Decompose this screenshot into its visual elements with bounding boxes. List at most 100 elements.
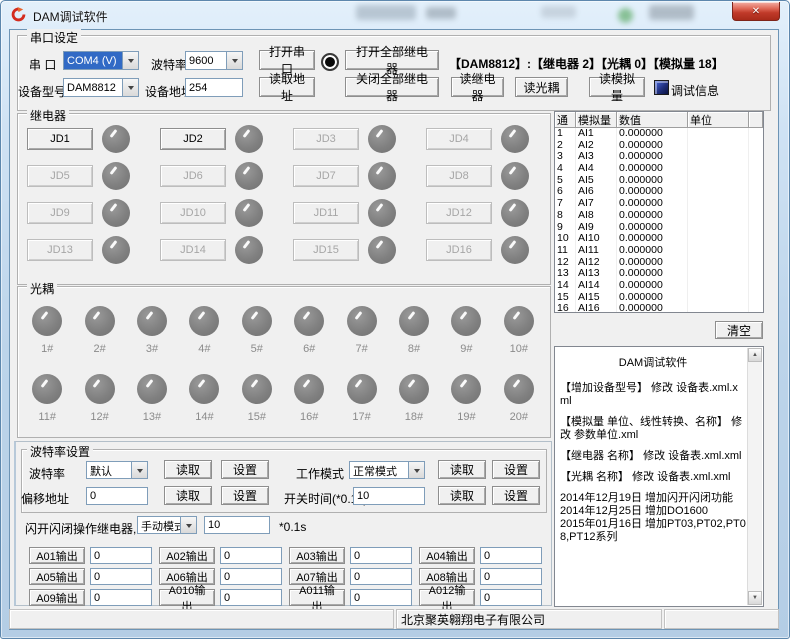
close-button[interactable]: ✕ bbox=[732, 2, 780, 21]
analog-table-row[interactable]: 9AI90.000000 bbox=[555, 222, 763, 234]
opto-cell: 8# bbox=[399, 298, 429, 366]
analog-table-row[interactable]: 5AI50.000000 bbox=[555, 175, 763, 187]
analog-table-row[interactable]: 13AI130.000000 bbox=[555, 268, 763, 280]
offset-set-button[interactable]: 设置 bbox=[221, 486, 269, 505]
chevron-down-icon[interactable] bbox=[122, 52, 138, 69]
ao-output-input[interactable]: 0 bbox=[90, 547, 152, 564]
chevron-down-icon[interactable] bbox=[408, 462, 424, 478]
analog-table-row[interactable]: 1AI10.000000 bbox=[555, 128, 763, 140]
relay-button-JD15[interactable]: JD15 bbox=[293, 239, 359, 261]
relay-button-JD5[interactable]: JD5 bbox=[27, 165, 93, 187]
ao-output-button-A05输出[interactable]: A05输出 bbox=[29, 568, 85, 585]
ao-output-input[interactable]: 0 bbox=[90, 589, 152, 606]
analog-table-row[interactable]: 16AI160.000000 bbox=[555, 303, 763, 313]
ao-output-button-A012输出[interactable]: A012输出 bbox=[419, 589, 475, 606]
analog-table-row[interactable]: 15AI150.000000 bbox=[555, 292, 763, 304]
read-opto-button[interactable]: 读光耦 bbox=[515, 77, 568, 97]
open-port-button[interactable]: 打开串口 bbox=[259, 50, 315, 70]
ao-output-input[interactable]: 0 bbox=[480, 589, 542, 606]
relay-button-JD10[interactable]: JD10 bbox=[160, 202, 226, 224]
relay-button-JD8[interactable]: JD8 bbox=[426, 165, 492, 187]
flash-time-input[interactable]: 10 bbox=[204, 516, 270, 534]
ao-output-button-A01输出[interactable]: A01输出 bbox=[29, 547, 85, 564]
switch-time-input[interactable]: 10 bbox=[353, 487, 425, 505]
switch-time-set-button[interactable]: 设置 bbox=[492, 486, 540, 505]
analog-col-header[interactable]: 模拟量 bbox=[576, 112, 617, 127]
flash-mode-combo[interactable]: 手动模式 bbox=[137, 516, 197, 534]
chevron-down-icon[interactable] bbox=[226, 52, 242, 69]
relay-button-JD7[interactable]: JD7 bbox=[293, 165, 359, 187]
ao-output-input[interactable]: 0 bbox=[350, 547, 412, 564]
ao-output-input[interactable]: 0 bbox=[350, 589, 412, 606]
relay-button-JD14[interactable]: JD14 bbox=[160, 239, 226, 261]
ao-output-input[interactable]: 0 bbox=[350, 568, 412, 585]
work-mode-set-button[interactable]: 设置 bbox=[492, 460, 540, 479]
analog-table-row[interactable]: 10AI100.000000 bbox=[555, 233, 763, 245]
analog-table-row[interactable]: 3AI30.000000 bbox=[555, 151, 763, 163]
analog-table-row[interactable]: 4AI40.000000 bbox=[555, 163, 763, 175]
analog-col-header[interactable]: 通 bbox=[555, 112, 576, 127]
analog-table-row[interactable]: 14AI140.000000 bbox=[555, 280, 763, 292]
open-all-relays-button[interactable]: 打开全部继电器 bbox=[345, 50, 439, 70]
close-all-relays-button[interactable]: 关闭全部继电器 bbox=[345, 77, 439, 97]
opto-cell: 1# bbox=[32, 298, 62, 366]
relay-button-JD3[interactable]: JD3 bbox=[293, 128, 359, 150]
analog-table-row[interactable]: 12AI120.000000 bbox=[555, 257, 763, 269]
analog-table-row[interactable]: 8AI80.000000 bbox=[555, 210, 763, 222]
work-mode-read-button[interactable]: 读取 bbox=[438, 460, 486, 479]
model-combo[interactable]: DAM8812 bbox=[63, 78, 139, 97]
ao-output-button-A09输出[interactable]: A09输出 bbox=[29, 589, 85, 606]
ao-output-button-A011输出[interactable]: A011输出 bbox=[289, 589, 345, 606]
baud-combo[interactable]: 9600 bbox=[185, 51, 243, 70]
port-combo[interactable]: COM4 (V) bbox=[63, 51, 139, 70]
opto-channel-label: 1# bbox=[41, 343, 53, 355]
scroll-down-icon[interactable]: ▼ bbox=[748, 591, 762, 605]
relay-button-JD16[interactable]: JD16 bbox=[426, 239, 492, 261]
ao-output-input[interactable]: 0 bbox=[220, 568, 282, 585]
ao-output-input[interactable]: 0 bbox=[480, 568, 542, 585]
opto-channel-label: 6# bbox=[303, 343, 315, 355]
ao-output-button-A010输出[interactable]: A010输出 bbox=[159, 589, 215, 606]
relay-button-JD1[interactable]: JD1 bbox=[27, 128, 93, 150]
address-input[interactable]: 254 bbox=[185, 78, 243, 97]
analog-col-header[interactable]: 数值 bbox=[617, 112, 688, 127]
relay-button-JD9[interactable]: JD9 bbox=[27, 202, 93, 224]
work-mode-combo[interactable]: 正常模式 bbox=[349, 461, 425, 479]
ao-output-input[interactable]: 0 bbox=[220, 589, 282, 606]
relay-button-JD12[interactable]: JD12 bbox=[426, 202, 492, 224]
ao-output-input[interactable]: 0 bbox=[220, 547, 282, 564]
ao-output-button-A03输出[interactable]: A03输出 bbox=[289, 547, 345, 564]
analog-table-row[interactable]: 11AI110.000000 bbox=[555, 245, 763, 257]
offset-read-button[interactable]: 读取 bbox=[164, 486, 212, 505]
analog-table-row[interactable]: 2AI20.000000 bbox=[555, 140, 763, 152]
relay-indicator-icon bbox=[501, 236, 529, 264]
scroll-up-icon[interactable]: ▲ bbox=[748, 348, 762, 362]
ao-output-button-A04输出[interactable]: A04输出 bbox=[419, 547, 475, 564]
baud-set-button[interactable]: 设置 bbox=[221, 460, 269, 479]
read-address-button[interactable]: 读取地址 bbox=[259, 77, 315, 97]
ao-output-input[interactable]: 0 bbox=[90, 568, 152, 585]
relay-button-JD2[interactable]: JD2 bbox=[160, 128, 226, 150]
relay-button-JD6[interactable]: JD6 bbox=[160, 165, 226, 187]
ao-output-button-A02输出[interactable]: A02输出 bbox=[159, 547, 215, 564]
analog-col-header[interactable] bbox=[749, 112, 763, 127]
read-relay-button[interactable]: 读继电器 bbox=[451, 77, 504, 97]
read-analog-button[interactable]: 读模拟量 bbox=[589, 77, 645, 97]
analog-table-row[interactable]: 7AI70.000000 bbox=[555, 198, 763, 210]
relay-button-JD13[interactable]: JD13 bbox=[27, 239, 93, 261]
offset-address-input[interactable]: 0 bbox=[86, 487, 148, 505]
chevron-down-icon[interactable] bbox=[122, 79, 138, 96]
debug-info-icon[interactable] bbox=[654, 80, 669, 95]
ao-output-input[interactable]: 0 bbox=[480, 547, 542, 564]
clear-button[interactable]: 清空 bbox=[715, 321, 763, 339]
baud-read-button[interactable]: 读取 bbox=[164, 460, 212, 479]
analog-col-header[interactable]: 单位 bbox=[688, 112, 749, 127]
chevron-down-icon[interactable] bbox=[131, 462, 147, 478]
chevron-down-icon[interactable] bbox=[180, 517, 196, 533]
baud-setting-combo[interactable]: 默认 bbox=[86, 461, 148, 479]
relay-button-JD11[interactable]: JD11 bbox=[293, 202, 359, 224]
log-scrollbar[interactable]: ▲ ▼ bbox=[747, 348, 762, 605]
switch-time-read-button[interactable]: 读取 bbox=[438, 486, 486, 505]
analog-table-row[interactable]: 6AI60.000000 bbox=[555, 186, 763, 198]
relay-button-JD4[interactable]: JD4 bbox=[426, 128, 492, 150]
